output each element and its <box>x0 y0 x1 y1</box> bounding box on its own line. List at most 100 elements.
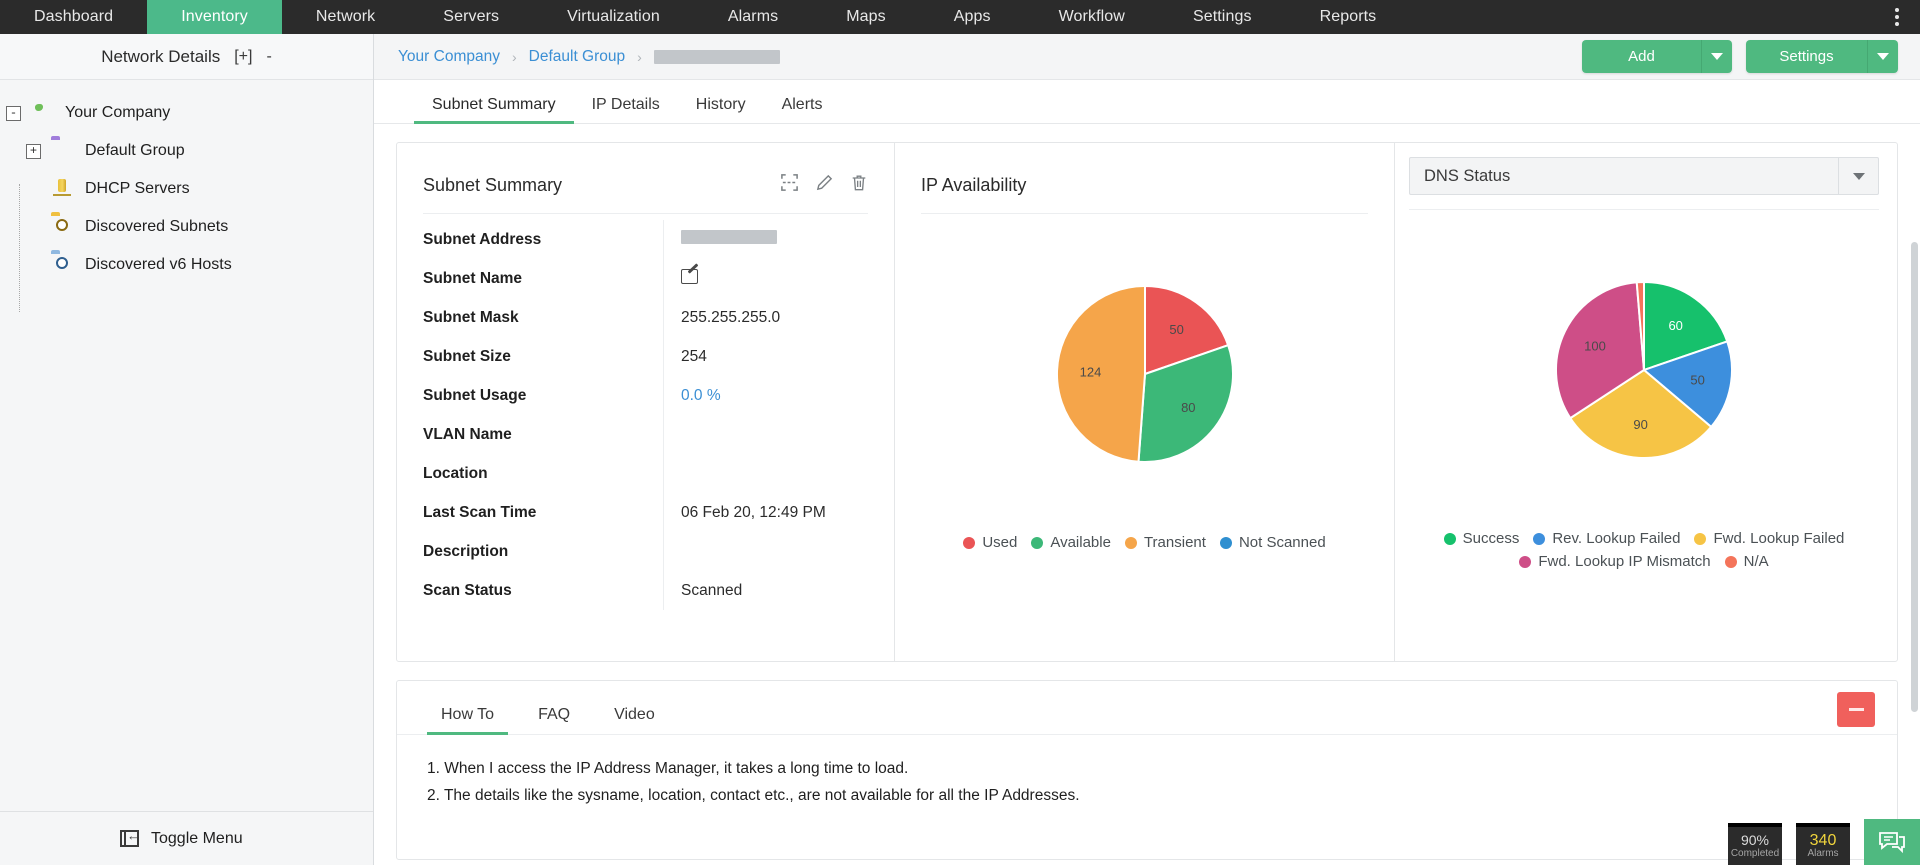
nav-item-inventory[interactable]: Inventory <box>147 0 282 34</box>
column-divider <box>663 220 664 610</box>
legend-color-swatch <box>1694 532 1707 545</box>
nav-item-network[interactable]: Network <box>282 0 409 34</box>
chevron-down-icon <box>1877 53 1889 60</box>
legend-color-swatch <box>1533 532 1546 545</box>
content-scrollbar[interactable] <box>1911 216 1919 865</box>
row-location: Location <box>423 454 868 493</box>
help-tab-bar: How To FAQ Video <box>397 681 1897 735</box>
legend-label: N/A <box>1743 553 1769 570</box>
toggle-menu-button[interactable]: Toggle Menu <box>0 811 373 865</box>
row-value-link[interactable]: 0.0 % <box>669 387 721 405</box>
chevron-down-icon[interactable] <box>1838 158 1878 194</box>
help-tab-video[interactable]: Video <box>592 706 677 734</box>
tab-subnet-summary[interactable]: Subnet Summary <box>414 96 574 124</box>
nav-item-maps[interactable]: Maps <box>812 0 920 34</box>
nav-item-dashboard[interactable]: Dashboard <box>0 0 147 34</box>
search-folder-icon <box>51 216 75 238</box>
pie-slice-label: 124 <box>1079 365 1101 380</box>
add-button[interactable]: Add <box>1582 40 1702 73</box>
row-value: Scanned <box>681 581 743 599</box>
tab-bar: Subnet Summary IP Details History Alerts <box>374 80 1920 124</box>
tree-node-dhcp-servers[interactable]: DHCP Servers <box>0 170 373 208</box>
legend-item-na[interactable]: N/A <box>1724 553 1769 570</box>
row-subnet-mask: Subnet Mask 255.255.255.0 <box>423 298 868 337</box>
top-navigation-bar: Dashboard Inventory Network Servers Virt… <box>0 0 1920 34</box>
tree-node-your-company[interactable]: - Your Company <box>0 94 373 132</box>
floating-status-widgets: 90% Completed 340 Alarms <box>1728 819 1920 865</box>
legend-item-available[interactable]: Available <box>1031 534 1111 551</box>
nav-item-servers[interactable]: Servers <box>409 0 533 34</box>
minus-icon <box>1848 708 1864 711</box>
row-key: Subnet Name <box>423 269 523 287</box>
tab-history[interactable]: History <box>678 96 764 123</box>
ip-availability-header: IP Availability <box>921 163 1368 207</box>
tree-node-label: DHCP Servers <box>85 180 190 197</box>
pie-slice-label: 60 <box>1668 318 1682 333</box>
legend-item-rev-lookup-failed[interactable]: Rev. Lookup Failed <box>1533 530 1680 547</box>
row-key: Subnet Size <box>423 347 511 365</box>
collapse-all-button[interactable]: - <box>266 48 271 66</box>
nav-item-reports[interactable]: Reports <box>1286 0 1411 34</box>
legend-item-fwd-lookup-failed[interactable]: Fwd. Lookup Failed <box>1694 530 1844 547</box>
help-minimize-button[interactable] <box>1837 692 1875 727</box>
row-subnet-name: Subnet Name <box>423 259 868 298</box>
edit-subnet-name-icon[interactable] <box>681 268 698 284</box>
scrollbar-thumb[interactable] <box>1911 242 1918 712</box>
legend-color-swatch <box>1031 536 1044 549</box>
tree-node-discovered-subnets[interactable]: Discovered Subnets <box>0 208 373 246</box>
subnet-summary-header: Subnet Summary <box>423 163 868 207</box>
chat-button[interactable] <box>1864 819 1920 865</box>
tree-node-discovered-v6-hosts[interactable]: Discovered v6 Hosts <box>0 246 373 284</box>
breadcrumb-current-redacted <box>653 49 780 64</box>
nav-item-settings[interactable]: Settings <box>1159 0 1286 34</box>
help-tab-how-to[interactable]: How To <box>419 706 516 735</box>
dns-status-selector[interactable]: DNS Status <box>1409 157 1879 195</box>
expand-all-button[interactable]: [+] <box>234 48 252 66</box>
ip-availability-pie-chart[interactable]: 50 80 124 <box>921 214 1368 534</box>
legend-item-transient[interactable]: Transient <box>1124 534 1206 551</box>
legend-label: Not Scanned <box>1238 534 1326 551</box>
nav-item-virtualization[interactable]: Virtualization <box>533 0 694 34</box>
nav-item-apps[interactable]: Apps <box>920 0 1025 34</box>
legend-color-swatch <box>1219 536 1232 549</box>
nav-item-alarms[interactable]: Alarms <box>694 0 812 34</box>
tab-alerts[interactable]: Alerts <box>764 96 841 123</box>
row-key: Subnet Usage <box>423 386 527 404</box>
completed-widget[interactable]: 90% Completed <box>1728 823 1782 865</box>
ip-availability-legend: Used Available Transient Not Scanned <box>921 534 1368 551</box>
tree-node-default-group[interactable]: + Default Group <box>0 132 373 170</box>
dns-status-card: DNS Status 60 50 90 100 Success Rev. Loo… <box>1395 143 1897 661</box>
row-key: Subnet Mask <box>423 308 519 326</box>
legend-item-fwd-lookup-ip-mismatch[interactable]: Fwd. Lookup IP Mismatch <box>1519 553 1711 570</box>
legend-label: Fwd. Lookup Failed <box>1713 530 1845 547</box>
row-value: 255.255.255.0 <box>681 308 781 326</box>
dns-status-pie-chart[interactable]: 60 50 90 100 <box>1409 210 1879 530</box>
legend-item-used[interactable]: Used <box>963 534 1017 551</box>
tree-toggle-collapse-icon[interactable]: - <box>6 105 21 121</box>
tree-guide-line <box>19 184 20 312</box>
add-dropdown-button[interactable] <box>1702 40 1732 73</box>
breadcrumb-default-group[interactable]: Default Group <box>529 48 626 66</box>
completed-label: Completed <box>1730 847 1780 859</box>
tree-toggle-expand-icon[interactable]: + <box>26 143 41 159</box>
alarms-widget[interactable]: 340 Alarms <box>1796 823 1850 865</box>
delete-icon[interactable] <box>850 173 868 197</box>
pie-slice-label: 100 <box>1584 339 1606 354</box>
legend-item-success[interactable]: Success <box>1443 530 1519 547</box>
nav-item-workflow[interactable]: Workflow <box>1025 0 1159 34</box>
edit-icon[interactable] <box>815 173 834 197</box>
settings-dropdown-button[interactable] <box>1868 40 1898 73</box>
breadcrumb-your-company[interactable]: Your Company <box>398 48 500 66</box>
kebab-menu-icon[interactable] <box>1880 0 1914 34</box>
legend-label: Transient <box>1143 534 1206 551</box>
fullscreen-icon[interactable] <box>780 173 799 197</box>
help-card: How To FAQ Video 1. When I access the IP… <box>396 680 1898 860</box>
globe-icon <box>31 102 55 124</box>
legend-item-not-scanned[interactable]: Not Scanned <box>1219 534 1326 551</box>
settings-button[interactable]: Settings <box>1746 40 1868 73</box>
pie-slice-label: 50 <box>1169 322 1183 337</box>
tab-ip-details[interactable]: IP Details <box>574 96 678 123</box>
help-tab-faq[interactable]: FAQ <box>516 706 592 734</box>
subnet-summary-card: Subnet Summary Subnet Address Subnet Nam… <box>397 143 895 661</box>
header-actions: Add Settings <box>1582 34 1898 79</box>
